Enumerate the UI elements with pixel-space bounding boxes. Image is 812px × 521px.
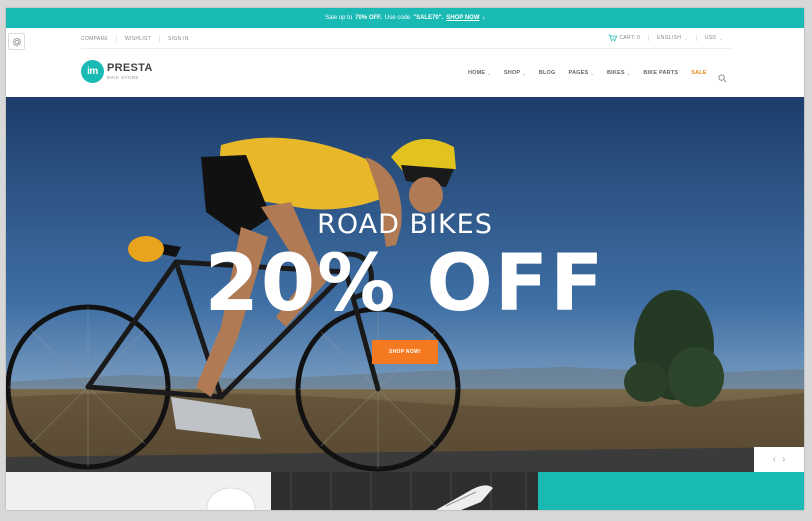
nav-label: BLOG (538, 70, 556, 76)
tile-image (290, 472, 527, 510)
chevron-down-icon: ⌄ (522, 70, 526, 76)
language-select[interactable]: ENGLISH ⌄ (648, 35, 696, 41)
main-header: im PRESTA BIKE STORE HOME ⌄ SHOP ⌄ BLOG … (6, 49, 804, 97)
nav-label: HOME (468, 70, 486, 76)
chevron-down-icon: ⌄ (626, 70, 631, 76)
promo-prefix: Sale up to (325, 15, 353, 21)
promo-code: "SALE70". (413, 15, 444, 21)
promo-discount: 70% OFF. (355, 15, 382, 21)
promo-code-prefix: Use code (384, 15, 411, 21)
category-tile[interactable] (6, 472, 271, 510)
nav-item-home[interactable]: HOME ⌄ (468, 70, 491, 76)
hero-discount: 20% OFF (204, 239, 606, 329)
promo-shop-now-link[interactable]: SHOP NOW (446, 15, 479, 21)
hero-slider: ROAD BIKES 20% OFF SHOP NOW! ‹ › (6, 97, 804, 472)
nav-item-pages[interactable]: PAGES ⌄ (569, 70, 594, 76)
nav-label: SHOP (503, 70, 521, 76)
chevron-right-icon: › (482, 14, 485, 22)
chevron-down-icon: ⌄ (684, 35, 688, 41)
nav-label: SALE (691, 70, 707, 76)
nav-item-bike-parts[interactable]: BIKE PARTS (643, 70, 678, 76)
nav-label: PAGES (568, 70, 589, 76)
logo-badge: im (81, 60, 104, 83)
promo-bar: Sale up to 70% OFF. Use code "SALE70". S… (6, 8, 804, 28)
nav-item-sale[interactable]: SALE (691, 70, 706, 76)
slider-controls: ‹ › (754, 447, 804, 472)
page-frame: Sale up to 70% OFF. Use code "SALE70". S… (6, 8, 804, 510)
category-tile[interactable] (538, 472, 804, 510)
compare-link[interactable]: COMPARE (81, 36, 118, 42)
currency-label: USD (704, 35, 717, 41)
cart-label: CART: 0 (619, 35, 641, 41)
currency-select[interactable]: USD ⌄ (695, 35, 731, 41)
logo-tagline: BIKE STORE (107, 75, 139, 80)
chevron-down-icon: ⌄ (487, 70, 491, 76)
chevron-left-icon[interactable]: ‹ (773, 454, 776, 465)
tile-image (206, 487, 256, 510)
top-utility-bar: COMPARE WISHLIST SIGN IN CART: 0 ENGLISH… (81, 28, 731, 49)
nav-item-shop[interactable]: SHOP ⌄ (504, 70, 526, 76)
nav-item-bikes[interactable]: BIKES ⌄ (607, 70, 630, 76)
site-logo[interactable]: im PRESTA BIKE STORE (81, 60, 153, 83)
signin-link[interactable]: SIGN IN (160, 36, 197, 42)
category-tiles (6, 472, 804, 510)
nav-label: BIKE PARTS (643, 70, 679, 76)
cart-icon (607, 34, 617, 42)
cart-link[interactable]: CART: 0 (600, 34, 649, 42)
hero-title: ROAD BIKES (317, 209, 493, 240)
logo-name: PRESTA (107, 62, 153, 74)
hero-shop-now-button[interactable]: SHOP NOW! (372, 340, 438, 364)
nav-label: BIKES (606, 70, 625, 76)
settings-button[interactable] (8, 33, 25, 50)
search-icon (718, 74, 727, 83)
chevron-right-icon[interactable]: › (782, 454, 785, 465)
language-label: ENGLISH (657, 35, 682, 41)
gear-icon (12, 37, 21, 46)
wishlist-link[interactable]: WISHLIST (117, 36, 161, 42)
nav-item-blog[interactable]: BLOG (539, 70, 556, 76)
chevron-down-icon: ⌄ (590, 70, 594, 76)
chevron-down-icon: ⌄ (719, 35, 723, 41)
category-tile[interactable] (271, 472, 538, 510)
main-nav: HOME ⌄ SHOP ⌄ BLOG PAGES ⌄ BIKES ⌄ BIKE … (468, 70, 720, 76)
search-button[interactable] (718, 70, 727, 88)
